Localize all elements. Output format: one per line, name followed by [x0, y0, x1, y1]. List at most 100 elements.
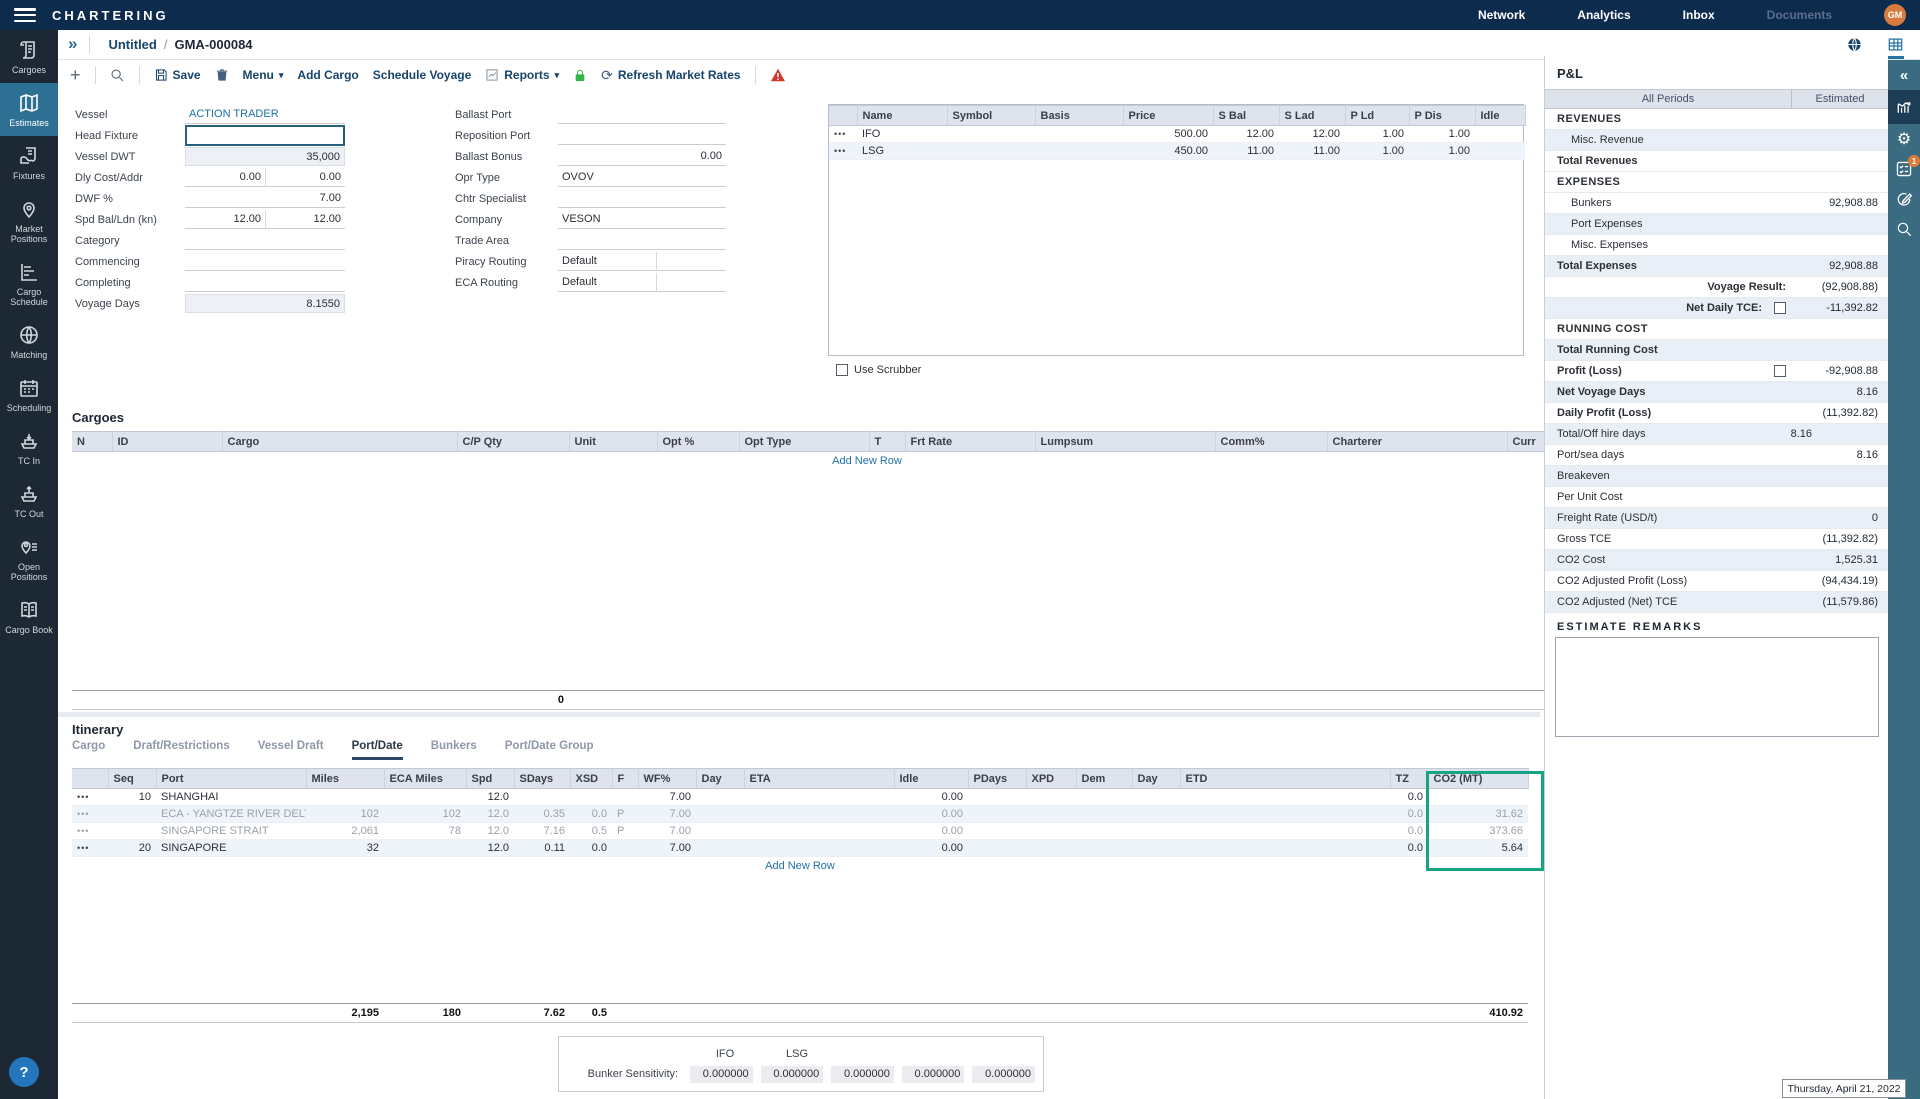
- row-menu-icon[interactable]: •••: [72, 806, 108, 823]
- sidebar-item-fixtures[interactable]: Fixtures: [0, 136, 58, 189]
- eca-routing-field[interactable]: Default: [558, 273, 656, 292]
- piracy-routing-field[interactable]: Default: [558, 252, 656, 271]
- vessel-field[interactable]: ACTION TRADER: [185, 105, 345, 124]
- row-menu-icon[interactable]: •••: [72, 789, 108, 806]
- company-field[interactable]: VESON: [558, 210, 726, 229]
- trade-area-field[interactable]: [558, 231, 726, 250]
- dly-cost-field[interactable]: 0.00: [185, 168, 265, 187]
- bunker-row-lsg[interactable]: ••• LSG 450.00 11.00 11.00 1.00 1.00: [829, 143, 1525, 160]
- spd-ballast-field[interactable]: 12.00: [185, 210, 265, 229]
- rail-tasks-button[interactable]: 1: [1888, 154, 1920, 184]
- net-daily-tce-checkbox[interactable]: [1774, 302, 1786, 314]
- row-menu-icon[interactable]: •••: [829, 143, 857, 160]
- sensitivity-input-3[interactable]: 0.000000: [831, 1066, 894, 1083]
- tab-port-date[interactable]: Port/Date: [352, 740, 403, 760]
- sidebar-item-market-positions[interactable]: Market Positions: [0, 189, 58, 252]
- rail-search-button[interactable]: [1888, 214, 1920, 244]
- lock-button[interactable]: [573, 68, 587, 83]
- tab-vessel-draft[interactable]: Vessel Draft: [258, 740, 324, 760]
- delete-button[interactable]: [215, 68, 229, 82]
- sidebar-item-cargo-book[interactable]: Cargo Book: [0, 590, 58, 643]
- chtr-specialist-field[interactable]: [558, 189, 726, 208]
- head-fixture-field[interactable]: [185, 125, 345, 146]
- grid-view-icon[interactable]: [1887, 30, 1904, 59]
- estimate-remarks-textarea[interactable]: [1555, 637, 1879, 737]
- save-button[interactable]: Save: [154, 68, 201, 82]
- sensitivity-fuel2-label: LSG: [765, 1048, 829, 1060]
- schedule-voyage-button[interactable]: Schedule Voyage: [373, 68, 471, 82]
- bunker-row-ifo[interactable]: ••• IFO 500.00 12.00 12.00 1.00 1.00: [829, 126, 1525, 143]
- rail-edit-button[interactable]: [1888, 184, 1920, 214]
- user-avatar[interactable]: GM: [1884, 4, 1906, 26]
- nav-network[interactable]: Network: [1478, 8, 1525, 22]
- hamburger-menu-icon[interactable]: [14, 8, 36, 22]
- completing-field[interactable]: [185, 273, 345, 292]
- opr-type-field[interactable]: OVOV: [558, 168, 726, 187]
- sidebar-item-estimates[interactable]: Estimates: [0, 83, 58, 136]
- addr-field[interactable]: 0.00: [265, 168, 345, 187]
- menu-button[interactable]: Menu▾: [243, 68, 284, 82]
- itinerary-add-new-row-link[interactable]: Add New Row: [765, 860, 835, 872]
- pnl-tab-estimated[interactable]: Estimated: [1792, 90, 1888, 108]
- pnl-row-revenues: REVENUES: [1545, 109, 1888, 130]
- itinerary-row-shanghai[interactable]: ••• 10 SHANGHAI 12.0 7.00 0.00 0.0: [72, 789, 1528, 806]
- expand-panel-icon[interactable]: »: [58, 34, 89, 56]
- tab-cargo[interactable]: Cargo: [72, 740, 105, 760]
- help-button[interactable]: ?: [9, 1057, 39, 1087]
- col-price: Price: [1123, 106, 1213, 126]
- sensitivity-input-1[interactable]: 0.000000: [690, 1066, 753, 1083]
- eca-routing-extra-field[interactable]: [656, 273, 726, 292]
- ballast-bonus-field[interactable]: 0.00: [558, 147, 726, 166]
- sensitivity-input-4[interactable]: 0.000000: [902, 1066, 965, 1083]
- search-button[interactable]: [110, 68, 125, 83]
- profit-loss-checkbox[interactable]: [1774, 365, 1786, 377]
- globe-view-icon[interactable]: [1846, 30, 1863, 59]
- itinerary-row-eca-yangtze[interactable]: ••• ECA - YANGTZE RIVER DELTA 102 102 12…: [72, 806, 1528, 823]
- sidebar-item-open-positions[interactable]: Open Positions: [0, 527, 58, 590]
- refresh-market-rates-button[interactable]: ⟳ Refresh Market Rates: [601, 67, 740, 84]
- use-scrubber-checkbox[interactable]: [836, 364, 848, 376]
- tab-port-date-group[interactable]: Port/Date Group: [505, 740, 594, 760]
- col-sbal: S Bal: [1213, 106, 1279, 126]
- col-day2: Day: [1132, 769, 1180, 789]
- itinerary-row-singapore-strait[interactable]: ••• SINGAPORE STRAIT 2,061 78 12.0 7.16 …: [72, 823, 1528, 840]
- piracy-routing-extra-field[interactable]: [656, 252, 726, 271]
- cargoes-add-new-row-link[interactable]: Add New Row: [832, 455, 902, 467]
- pnl-tab-all-periods[interactable]: All Periods: [1545, 90, 1792, 108]
- validation-warning-button[interactable]: [770, 68, 786, 82]
- row-menu-icon[interactable]: •••: [829, 126, 857, 143]
- col-port: Port: [156, 769, 306, 789]
- nav-inbox[interactable]: Inbox: [1683, 8, 1715, 22]
- rail-settings-button[interactable]: ⚙: [1888, 124, 1920, 154]
- sidebar-item-cargo-schedule[interactable]: Cargo Schedule: [0, 252, 58, 315]
- sensitivity-input-2[interactable]: 0.000000: [761, 1066, 824, 1083]
- rail-pnl-chart-button[interactable]: [1888, 90, 1920, 124]
- new-estimate-button[interactable]: +: [70, 65, 81, 86]
- tab-draft-restrictions[interactable]: Draft/Restrictions: [133, 740, 230, 760]
- itinerary-table: Seq Port Miles ECA Miles Spd SDays XSD F…: [72, 768, 1529, 1023]
- commencing-field[interactable]: [185, 252, 345, 271]
- sidebar-item-tc-in[interactable]: TC In: [0, 421, 58, 474]
- sidebar-item-scheduling[interactable]: Scheduling: [0, 368, 58, 421]
- itinerary-row-singapore[interactable]: ••• 20 SINGAPORE 32 12.0 0.11 0.0 7.00 0…: [72, 840, 1528, 857]
- tab-bunkers[interactable]: Bunkers: [431, 740, 477, 760]
- pnl-row-gross-tce: Gross TCE(11,392.82): [1545, 529, 1888, 550]
- document-hand-icon: [18, 145, 40, 167]
- row-menu-icon[interactable]: •••: [72, 823, 108, 840]
- spd-laden-field[interactable]: 12.00: [265, 210, 345, 229]
- row-menu-icon[interactable]: •••: [72, 840, 108, 857]
- chevron-down-icon: ▾: [555, 70, 560, 81]
- reports-button[interactable]: Reports▾: [485, 68, 559, 82]
- sidebar-item-matching[interactable]: Matching: [0, 315, 58, 368]
- category-field[interactable]: [185, 231, 345, 250]
- dwf-field[interactable]: 7.00: [185, 189, 345, 208]
- sidebar-item-cargoes[interactable]: Cargoes: [0, 30, 58, 83]
- sidebar-item-tc-out[interactable]: TC Out: [0, 474, 58, 527]
- add-cargo-button[interactable]: Add Cargo: [297, 68, 358, 82]
- breadcrumb-estimate-name[interactable]: Untitled: [108, 37, 156, 52]
- ballast-port-field[interactable]: [558, 105, 726, 124]
- nav-analytics[interactable]: Analytics: [1577, 8, 1630, 22]
- reposition-port-field[interactable]: [558, 126, 726, 145]
- collapse-rail-button[interactable]: «: [1888, 60, 1920, 90]
- sensitivity-input-5[interactable]: 0.000000: [972, 1066, 1035, 1083]
